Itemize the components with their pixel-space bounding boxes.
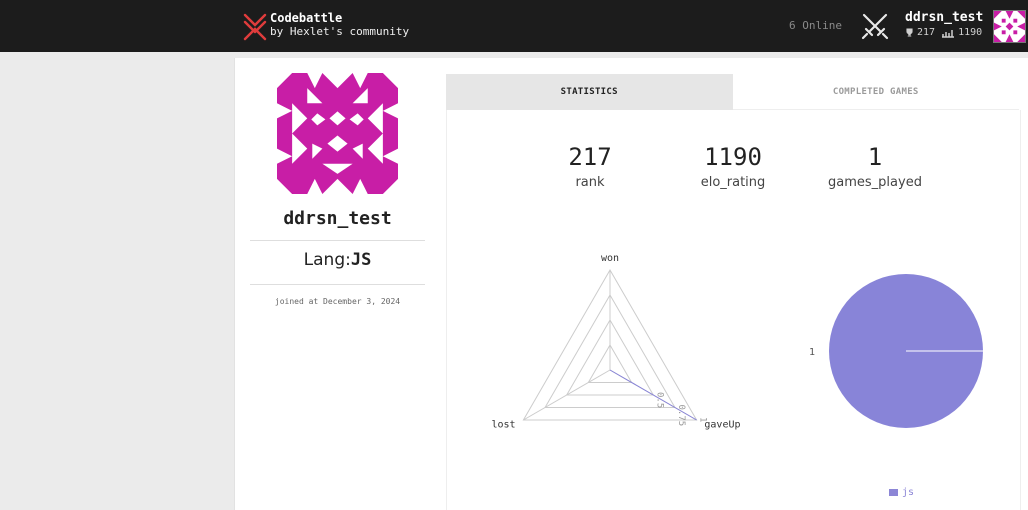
divider [250, 284, 425, 285]
nav-rank: 217 [917, 27, 936, 38]
legend-label: js [902, 487, 915, 498]
nav-rating: 1190 [958, 27, 983, 38]
crossed-swords-icon[interactable] [860, 11, 890, 41]
tab-completed-games[interactable]: COMPLETED GAMES [732, 74, 1019, 110]
profile-tabs: STATISTICS COMPLETED GAMES [446, 74, 1019, 110]
nav-avatar[interactable] [993, 10, 1026, 43]
profile-username: ddrsn_test [283, 208, 392, 229]
codebattle-logo-icon [243, 13, 267, 41]
profile-card: ddrsn_test Lang:JS joined at December 3,… [234, 58, 1028, 510]
lang-label: Lang: [303, 250, 351, 270]
nav-user-menu[interactable]: ddrsn_test 217 1190 [905, 10, 983, 38]
statistics-panel: 217 rank 1190 elo_rating 1 games_played … [446, 110, 1021, 510]
radar-tick-label: 1 [698, 417, 708, 422]
profile-avatar [277, 73, 398, 194]
legend-swatch [889, 489, 898, 496]
lang-value: JS [350, 250, 372, 270]
joined-date: joined at December 3, 2024 [274, 297, 401, 306]
pie-slice-label: 1 [809, 347, 815, 358]
profile-language: Lang:JS [250, 250, 425, 270]
brand-link[interactable]: Codebattle by Hexlet's community [242, 12, 409, 42]
radar-axis-label: lost [492, 420, 516, 431]
radar-tick-label: 0.75 [676, 405, 686, 427]
rating-chart-icon [942, 29, 955, 38]
pie-legend: js [889, 487, 914, 498]
brand-subtitle: by Hexlet's community [270, 25, 410, 38]
online-count[interactable]: 6 Online [789, 19, 842, 32]
nav-user-stats: 217 1190 [905, 27, 983, 38]
radar-axis-label: gaveUp [704, 420, 740, 431]
tab-statistics[interactable]: STATISTICS [446, 74, 733, 110]
divider [250, 240, 425, 241]
statistics-charts: wongaveUplost0.50.75 11 [492, 253, 983, 431]
trophy-icon [906, 28, 913, 37]
brand-title: Codebattle [270, 11, 343, 25]
radar-axis-label: won [601, 253, 619, 264]
top-navbar: Codebattle by Hexlet's community 6 Onlin… [0, 0, 1028, 52]
nav-username: ddrsn_test [905, 10, 984, 25]
